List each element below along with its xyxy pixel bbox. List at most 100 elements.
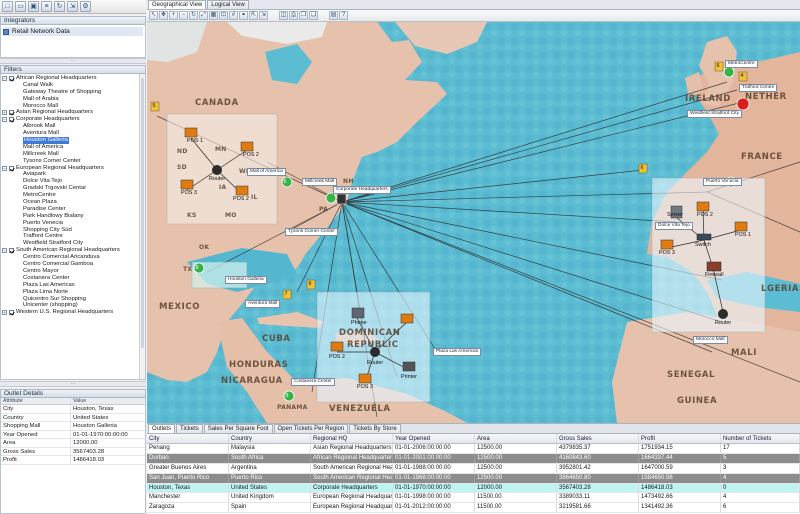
refresh-icon[interactable]: ↻ [54, 1, 65, 12]
tag-dolce-vita[interactable]: Dolce Vita Tejo [655, 222, 693, 230]
column-header[interactable]: Value [71, 398, 145, 404]
expand-toggle-icon[interactable]: − [2, 75, 7, 81]
column-header[interactable]: Regional HQ [311, 434, 393, 443]
filter-item[interactable]: Trafford Centre [1, 233, 139, 240]
table-row[interactable]: Manchester United Kingdom European Regiona… [147, 493, 800, 504]
filter-group[interactable]: + Asian Regional Headquarters [1, 109, 139, 116]
tab-data-view[interactable]: Sales Per Square Foot [203, 424, 273, 433]
select-icon[interactable]: ↖ [149, 11, 158, 20]
column-header[interactable]: Year Opened [393, 434, 475, 443]
column-header[interactable]: Attribute [1, 398, 71, 404]
refresh-map-icon[interactable]: ↻ [189, 11, 198, 20]
panel-splitter-top[interactable]: ··· [0, 58, 146, 64]
tag-plaza-americas[interactable]: Plaza Las Americas [433, 348, 482, 356]
filter-item[interactable]: Aventura Mall [1, 130, 139, 137]
overview-icon[interactable]: ◫ [279, 11, 288, 20]
copy-icon[interactable]: ❐ [299, 11, 308, 20]
filter-item[interactable]: Westfield Stratford City [1, 240, 139, 247]
filter-checkbox[interactable] [9, 117, 14, 123]
properties-map-icon[interactable]: ▤ [329, 11, 338, 20]
layout-icon[interactable]: ▦ [209, 11, 218, 20]
table-row[interactable]: San Juan, Puerto Rico Puerto Rico South Am… [147, 473, 800, 484]
filter-group[interactable]: + Western U.S. Regional Headquarters [1, 309, 139, 316]
expand-toggle-icon[interactable]: − [2, 117, 7, 123]
filter-checkbox[interactable] [9, 75, 14, 81]
table-row[interactable]: Penang Malaysia Asian Regional Headquarter… [147, 444, 800, 454]
tag-tysons[interactable]: Tysons Corner Center [285, 228, 338, 236]
open-folder-icon[interactable]: ▭ [15, 1, 26, 12]
filter-item[interactable]: Centro Comercial Gamboa [1, 261, 139, 268]
expand-icon[interactable]: ⇱ [249, 11, 258, 20]
filter-item[interactable]: Canal Walk [1, 82, 139, 89]
table-row[interactable]: Durban South Africa African Regional Headq… [147, 453, 800, 464]
filter-item[interactable]: Gradski Trgovski Centar [1, 185, 139, 192]
properties-icon[interactable]: ≡ [41, 1, 52, 12]
filter-item[interactable]: Plaza Las Americas [1, 282, 139, 289]
tab-map-view[interactable]: Logical View [207, 0, 249, 9]
column-header[interactable]: Profit [639, 434, 721, 443]
tab-data-view[interactable]: Open Tickets Per Region [273, 424, 349, 433]
filter-item[interactable]: Plaza Lima Norte [1, 289, 139, 296]
zoom-box-icon[interactable]: ⊡ [219, 11, 228, 20]
filter-item[interactable]: Mall of America [1, 144, 139, 151]
help-icon[interactable]: ? [339, 11, 348, 20]
settings-icon[interactable]: ⚙ [80, 1, 91, 12]
tag-mall-of-america[interactable]: Mall of America [247, 168, 286, 176]
filter-item[interactable]: Morocco Mall [1, 103, 139, 110]
new-icon[interactable]: □ [2, 1, 13, 12]
tag-aventura[interactable]: Aventura Mall [245, 300, 281, 308]
filter-item[interactable]: Centro Mayor [1, 268, 139, 275]
filter-group[interactable]: − European Regional Headquarters [1, 165, 139, 172]
column-header[interactable]: Gross Sales [557, 434, 639, 443]
tab-data-view[interactable]: Tickets By Store [349, 424, 401, 433]
print-icon[interactable]: ⎙ [289, 11, 298, 20]
filter-checkbox[interactable] [9, 165, 14, 171]
expand-toggle-icon[interactable]: + [2, 310, 7, 316]
zoom-in-icon[interactable]: + [169, 11, 178, 20]
table-row[interactable]: Greater Buenos Aires Argentina South Ameri… [147, 463, 800, 474]
filter-item[interactable]: Unicenter (shopping) [1, 302, 139, 309]
filter-item[interactable]: Paradise Center [1, 206, 139, 213]
expand-toggle-icon[interactable]: + [2, 110, 7, 116]
tab-map-view[interactable]: Geographical View [148, 0, 207, 9]
tag-westfield[interactable]: Westfield Stratford City [687, 110, 742, 118]
filter-checkbox[interactable] [9, 248, 14, 254]
geographical-map[interactable]: CANADA MEXICO CUBA HONDURAS NICARAGUA VE… [147, 22, 800, 423]
tag-morocco[interactable]: Morocco Mall [693, 336, 728, 344]
filter-item[interactable]: Puerto Venecia [1, 220, 139, 227]
filter-item[interactable]: Houston Galleria [1, 137, 139, 144]
tag-trafford[interactable]: Trafford Centre [739, 84, 778, 92]
filter-item[interactable]: Centro Comercial Aricanduva [1, 254, 139, 261]
collapse-icon[interactable]: ⇲ [259, 11, 268, 20]
filter-item[interactable]: Aviapark [1, 171, 139, 178]
integrator-item[interactable]: Retail Network Data [3, 27, 143, 36]
tab-data-view[interactable]: Tickets [176, 424, 203, 433]
paste-icon[interactable]: ❏ [309, 11, 318, 20]
filter-item[interactable]: Quicentro Sur Shopping [1, 296, 139, 303]
column-header[interactable]: Country [229, 434, 311, 443]
filter-item[interactable]: Gateway Theatre of Shopping [1, 89, 139, 96]
column-header[interactable]: City [147, 434, 229, 443]
filter-item[interactable]: Dolce Vita Tejo [1, 178, 139, 185]
table-row[interactable]: Zaragoza Spain European Regional Headquar.… [147, 503, 800, 514]
column-header[interactable]: Area [475, 434, 557, 443]
expand-toggle-icon[interactable]: − [2, 248, 7, 254]
panel-splitter-bottom[interactable]: ··· [0, 381, 146, 387]
fit-icon[interactable]: ⤢ [199, 11, 208, 20]
filter-item[interactable]: Ocean Plaza [1, 199, 139, 206]
zoom-out-icon[interactable]: − [179, 11, 188, 20]
filter-item[interactable]: MetroCentre [1, 192, 139, 199]
filter-item[interactable]: Albrook Mall [1, 123, 139, 130]
link-icon[interactable]: ⚭ [239, 11, 248, 20]
table-row[interactable]: Houston, Texas United States Corporate Hea… [147, 483, 800, 494]
column-header[interactable]: Number of Tickets [721, 434, 800, 443]
export-icon[interactable]: ⇲ [67, 1, 78, 12]
grid-icon[interactable]: # [229, 11, 238, 20]
pan-icon[interactable]: ✥ [159, 11, 168, 20]
filter-item[interactable]: Shopping City Süd [1, 227, 139, 234]
save-icon[interactable]: ▣ [28, 1, 39, 12]
filter-group[interactable]: − Corporate Headquarters [1, 116, 139, 123]
filter-group[interactable]: − African Regional Headquarters [1, 75, 139, 82]
tag-millcreek[interactable]: Millcreek Mall [302, 178, 338, 186]
tag-costanera[interactable]: Costanera Center [291, 378, 335, 386]
